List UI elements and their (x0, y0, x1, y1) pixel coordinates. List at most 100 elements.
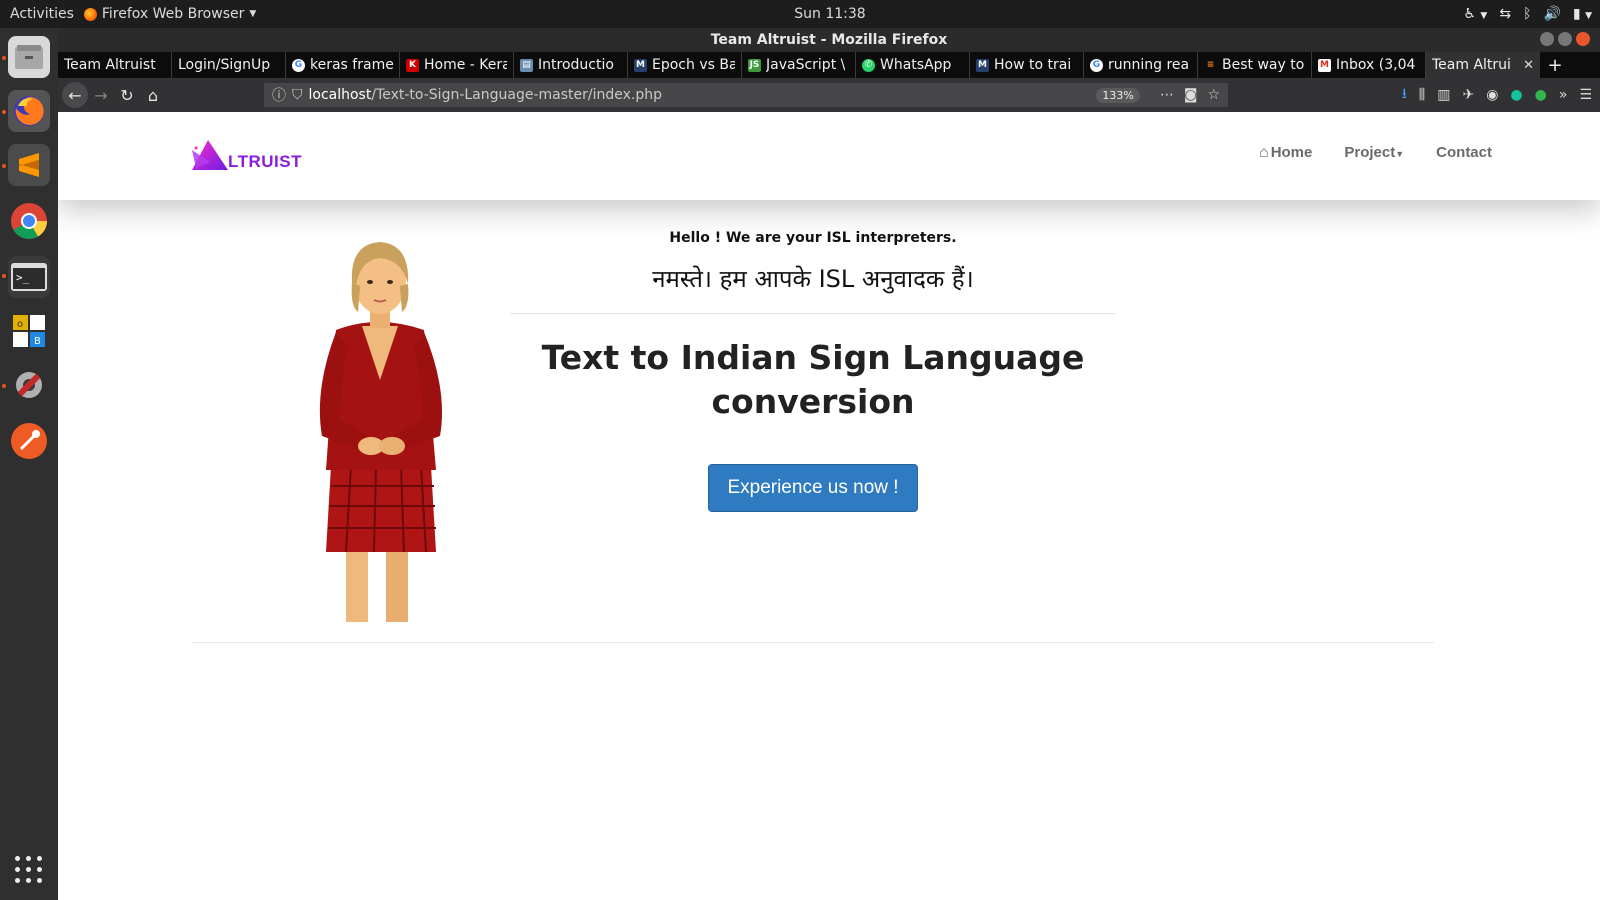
app-menu-label: Firefox Web Browser (101, 6, 245, 22)
gmail-icon: M (1318, 58, 1331, 72)
tab-label: WhatsApp (880, 57, 952, 73)
site-logo[interactable]: LTRUIST (190, 138, 302, 172)
window-title: Team Altruist - Mozilla Firefox (710, 32, 948, 48)
account-icon[interactable]: ◉ (1486, 87, 1498, 103)
sublime-text-icon[interactable] (8, 144, 50, 186)
chrome-icon[interactable] (8, 200, 50, 242)
page-actions-icon[interactable]: ⋯ (1160, 87, 1174, 103)
maximize-button[interactable] (1558, 32, 1572, 46)
minimize-button[interactable] (1540, 32, 1554, 46)
site-header: LTRUIST ⌂ Home Project▼ Contact (58, 112, 1600, 200)
close-tab-icon[interactable]: ✕ (1523, 58, 1534, 73)
tab-introduction[interactable]: ▤ Introductio (514, 52, 628, 78)
reload-button[interactable]: ↻ (114, 82, 140, 108)
show-applications-button[interactable] (15, 856, 43, 884)
medium-icon: M (976, 58, 989, 72)
bookmark-star-icon[interactable]: ☆ (1207, 87, 1220, 103)
back-button[interactable]: ← (62, 82, 88, 108)
tab-running-real[interactable]: Grunning rea (1084, 52, 1198, 78)
tab-keras-framework[interactable]: Gkeras frame (286, 52, 400, 78)
tab-label: Best way to (1222, 57, 1305, 73)
launcher-dock: >_ oB (0, 28, 58, 900)
volume-icon[interactable]: 🔊 (1543, 6, 1560, 22)
forward-arrow-icon: → (94, 85, 108, 105)
hero-section: Hello ! We are your ISL interpreters. नम… (510, 230, 1116, 512)
extension-green-icon[interactable]: ● (1535, 87, 1547, 103)
new-tab-button[interactable]: + (1540, 52, 1570, 78)
system-tools-icon[interactable] (8, 364, 50, 406)
chevron-down-icon: ▼ (1395, 149, 1405, 159)
divider (192, 642, 1434, 643)
forward-button[interactable]: → (88, 82, 114, 108)
overflow-menu-icon[interactable]: » (1559, 87, 1568, 103)
nav-project-label: Project (1344, 144, 1396, 161)
tab-keras-home[interactable]: K Home - Kera (400, 52, 514, 78)
tab-whatsapp[interactable]: ✆ WhatsApp (856, 52, 970, 78)
sidebar-icon[interactable]: ▥ (1437, 87, 1450, 103)
tab-label: running rea (1108, 57, 1190, 73)
tab-team-altruist-active[interactable]: Team Altrui ✕ (1426, 52, 1540, 78)
toolbar-right: ⭳ ⫼ ▥ ✈ ◉ ● ● » ☰ (1402, 78, 1592, 112)
page-title: Text to Indian Sign Language conversion (541, 338, 1085, 421)
firefox-launcher-icon[interactable] (8, 90, 50, 132)
chevron-down-icon: ▼ (249, 9, 257, 19)
app-menu[interactable]: Firefox Web Browser ▼ (83, 6, 257, 22)
tab-best-way-to[interactable]: ≡ Best way to (1198, 52, 1312, 78)
nav-home[interactable]: ⌂ Home (1259, 144, 1312, 162)
battery-icon[interactable]: ▮ ▼ (1573, 6, 1592, 22)
libreoffice-impress-icon[interactable]: oB (8, 310, 50, 352)
tab-javascript[interactable]: JS JavaScript \ (742, 52, 856, 78)
tab-label: Home - Kera (424, 57, 507, 73)
tab-label: JavaScript \ (766, 57, 846, 73)
terminal-icon[interactable]: >_ (8, 256, 50, 298)
svg-text:B: B (34, 336, 41, 347)
tab-label: Team Altruist (64, 57, 156, 73)
tab-strip: Team Altruist Login/SignUp Gkeras frame … (58, 52, 1600, 78)
url-path: /Text-to-Sign-Language-master/index.php (371, 87, 663, 103)
sign-language-avatar (319, 242, 442, 622)
tab-label: Epoch vs Ba (652, 57, 735, 73)
system-tray[interactable]: ♿ ▼ ⇆ ᛒ 🔊 ▮ ▼ (1463, 0, 1592, 28)
page-icon: ▤ (520, 58, 533, 72)
library-icon[interactable]: ⫼ (1419, 87, 1425, 103)
postman-icon[interactable] (8, 420, 50, 462)
nav-toolbar: ← → ↻ ⌂ ⓘ ⛉ localhost/Text-to-Sign-Langu… (58, 78, 1600, 112)
whatsapp-icon: ✆ (862, 58, 875, 72)
nav-contact[interactable]: Contact (1436, 144, 1492, 162)
tab-login-signup[interactable]: Login/SignUp (172, 52, 286, 78)
hamburger-menu-icon[interactable]: ☰ (1579, 87, 1592, 103)
zoom-indicator[interactable]: 133% (1096, 87, 1140, 103)
running-indicator (2, 110, 6, 114)
web-content: LTRUIST ⌂ Home Project▼ Contact Hello ! … (58, 112, 1600, 900)
activities-button[interactable]: Activities (0, 6, 84, 22)
pocket-icon[interactable]: ◙ (1184, 87, 1198, 103)
address-bar[interactable]: ⓘ ⛉ localhost/Text-to-Sign-Language-mast… (264, 83, 1228, 107)
js-icon: JS (748, 58, 761, 72)
window-controls (1540, 32, 1590, 46)
tab-label: Login/SignUp (178, 57, 271, 73)
keras-icon: K (406, 58, 419, 72)
network-icon[interactable]: ⇆ (1499, 6, 1511, 22)
files-icon[interactable] (8, 36, 50, 78)
tab-label: Team Altrui (1432, 57, 1511, 73)
tracking-shield-icon[interactable]: ⛉ (292, 87, 303, 103)
tab-how-to-train[interactable]: M How to trai (970, 52, 1084, 78)
bluetooth-icon[interactable]: ᛒ (1523, 6, 1531, 22)
tab-team-altruist[interactable]: Team Altruist (58, 52, 172, 78)
tab-label: How to trai (994, 57, 1072, 73)
download-icon[interactable]: ⭳ (1402, 83, 1407, 107)
nav-project-dropdown[interactable]: Project▼ (1344, 144, 1404, 162)
logo-triangle-icon (192, 140, 228, 170)
window-close-button[interactable] (1576, 32, 1590, 46)
info-icon[interactable]: ⓘ (272, 85, 286, 105)
home-button[interactable]: ⌂ (140, 82, 166, 108)
experience-button[interactable]: Experience us now ! (708, 464, 918, 512)
grammarly-icon[interactable]: ● (1510, 87, 1522, 103)
tab-label: Inbox (3,04 (1336, 57, 1416, 73)
tab-inbox[interactable]: M Inbox (3,04 (1312, 52, 1426, 78)
tab-epoch-vs-batch[interactable]: M Epoch vs Ba (628, 52, 742, 78)
reload-icon: ↻ (120, 85, 134, 105)
accessibility-icon[interactable]: ♿ ▼ (1463, 6, 1487, 22)
svg-text:o: o (17, 319, 23, 330)
extension-icon[interactable]: ✈ (1462, 87, 1474, 103)
